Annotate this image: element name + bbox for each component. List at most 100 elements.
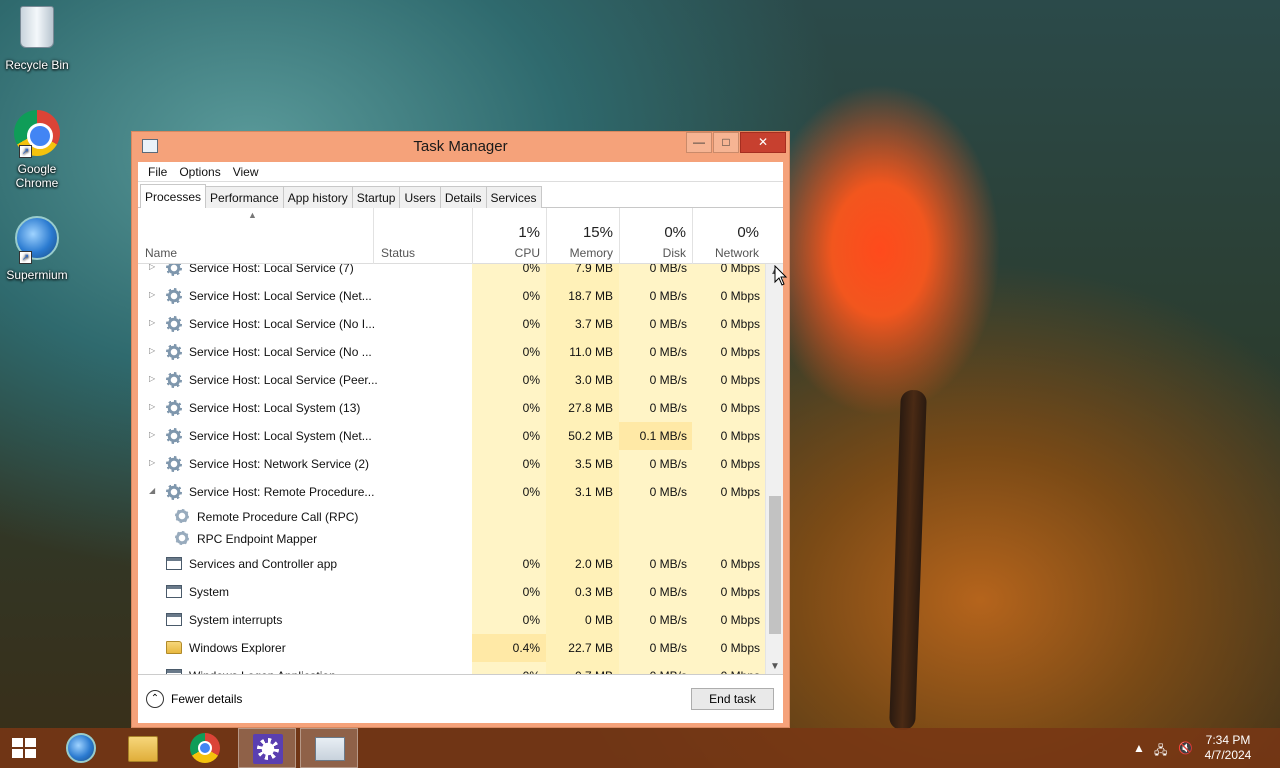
expand-arrow-icon[interactable]: ▷ bbox=[149, 458, 155, 467]
network-value: 0 Mbps bbox=[720, 485, 760, 499]
process-row[interactable]: System interrupts 0% 0 MB 0 MB/s 0 Mbps bbox=[138, 606, 765, 634]
fewer-details-button[interactable]: ⌃ Fewer details bbox=[146, 690, 242, 708]
collapse-arrow-icon[interactable]: ◢ bbox=[149, 486, 155, 495]
cpu-value: 0% bbox=[522, 613, 540, 627]
service-gear-icon bbox=[166, 456, 182, 472]
desktop-icon-supermium[interactable]: ↗ Supermium bbox=[0, 216, 74, 282]
process-row[interactable]: System 0% 0.3 MB 0 MB/s 0 Mbps bbox=[138, 578, 765, 606]
service-gear-icon bbox=[166, 316, 182, 332]
process-row[interactable]: ▷ Service Host: Local System (Net... 0% 50.… bbox=[138, 422, 765, 450]
recycle-bin-icon bbox=[13, 6, 61, 54]
process-row[interactable]: ◢ Service Host: Remote Procedure... 0% 3.1 … bbox=[138, 478, 765, 506]
expand-arrow-icon[interactable]: ▷ bbox=[149, 374, 155, 383]
disk-value: 0 MB/s bbox=[649, 401, 687, 415]
process-name: System bbox=[189, 585, 230, 599]
minimize-button[interactable]: — bbox=[686, 132, 712, 153]
chevron-up-icon: ⌃ bbox=[146, 690, 164, 708]
network-value: 0 Mbps bbox=[720, 641, 760, 655]
process-row[interactable]: ▷ Service Host: Local Service (Net... 0% 18… bbox=[138, 282, 765, 310]
service-gear-icon bbox=[166, 484, 182, 500]
memory-value: 3.1 MB bbox=[574, 485, 613, 499]
memory-value: 2.0 MB bbox=[574, 557, 613, 571]
title-bar[interactable]: Task Manager — □ ✕ bbox=[132, 132, 789, 162]
expand-arrow-icon[interactable]: ▷ bbox=[149, 290, 155, 299]
tab-details[interactable]: Details bbox=[439, 186, 487, 208]
tab-services[interactable]: Services bbox=[485, 186, 542, 208]
tab-users[interactable]: Users bbox=[399, 186, 441, 208]
taskbar-supermium[interactable] bbox=[52, 728, 110, 768]
process-row[interactable]: ▷ Service Host: Local Service (7) 0% 7.9 MB… bbox=[138, 264, 765, 282]
sub-service-row[interactable]: Remote Procedure Call (RPC) bbox=[138, 506, 765, 528]
show-hidden-icons-icon[interactable]: ▲ bbox=[1133, 741, 1145, 755]
process-name: Service Host: Local Service (7) bbox=[189, 264, 354, 275]
process-name: Services and Controller app bbox=[189, 557, 338, 571]
footer: ⌃ Fewer details End task bbox=[138, 674, 783, 723]
column-header: ▲ Name Status 1% CPU 15% Memory 0% Disk … bbox=[138, 208, 783, 264]
expand-arrow-icon[interactable]: ▷ bbox=[149, 430, 155, 439]
disk-value: 0 MB/s bbox=[649, 373, 687, 387]
process-name: Remote Procedure Call (RPC) bbox=[197, 510, 359, 524]
vertical-scrollbar[interactable]: ▲ ▼ bbox=[765, 264, 783, 674]
expand-arrow-icon[interactable]: ▷ bbox=[149, 264, 155, 271]
disk-value: 0 MB/s bbox=[649, 585, 687, 599]
close-button[interactable]: ✕ bbox=[740, 132, 786, 153]
service-gear-icon bbox=[166, 372, 182, 388]
end-task-button[interactable]: End task bbox=[691, 688, 774, 710]
memory-value: 0.3 MB bbox=[574, 585, 613, 599]
supermium-icon: ↗ bbox=[13, 216, 61, 264]
column-status[interactable]: Status bbox=[374, 208, 473, 264]
process-row[interactable]: ▷ Service Host: Local Service (Peer... 0% 3… bbox=[138, 366, 765, 394]
menu-options[interactable]: Options bbox=[173, 162, 226, 181]
supermium-icon bbox=[66, 733, 96, 763]
taskbar-file-explorer[interactable] bbox=[114, 728, 172, 768]
tab-performance[interactable]: Performance bbox=[205, 186, 284, 208]
disk-value: 0 MB/s bbox=[649, 289, 687, 303]
tab-processes[interactable]: Processes bbox=[140, 184, 207, 208]
process-row[interactable]: ▷ Service Host: Local Service (No I... 0% 3… bbox=[138, 310, 765, 338]
start-button[interactable] bbox=[0, 728, 50, 768]
taskbar-task-manager[interactable] bbox=[300, 728, 358, 768]
memory-value: 22.7 MB bbox=[568, 641, 613, 655]
task-manager-icon bbox=[315, 737, 345, 761]
taskbar-chrome[interactable] bbox=[176, 728, 234, 768]
disk-value: 0 MB/s bbox=[649, 613, 687, 627]
scroll-down-icon[interactable]: ▼ bbox=[770, 661, 780, 672]
wallpaper-flower-stem bbox=[889, 389, 927, 731]
service-gear-icon bbox=[166, 264, 182, 276]
window-client: File Options View Processes Performance … bbox=[138, 162, 783, 723]
expand-arrow-icon[interactable]: ▷ bbox=[149, 402, 155, 411]
system-clock[interactable]: 7:34 PM 4/7/2024 bbox=[1198, 733, 1258, 763]
process-row[interactable]: Windows Explorer 0.4% 22.7 MB 0 MB/s 0 Mbps bbox=[138, 634, 765, 662]
process-row[interactable]: ▷ Service Host: Local System (13) 0% 27.8 M… bbox=[138, 394, 765, 422]
chrome-icon bbox=[190, 733, 220, 763]
process-row[interactable]: ▷ Service Host: Network Service (2) 0% 3.5 … bbox=[138, 450, 765, 478]
process-row[interactable]: ▷ Service Host: Local Service (No ... 0% 11… bbox=[138, 338, 765, 366]
desktop-icon-recycle-bin[interactable]: Recycle Bin bbox=[0, 6, 74, 72]
menu-file[interactable]: File bbox=[142, 162, 173, 181]
sub-service-row[interactable]: RPC Endpoint Mapper bbox=[138, 528, 765, 550]
chrome-icon: ↗ bbox=[13, 110, 61, 158]
taskbar: ▲ 🖧 🔇 7:34 PM 4/7/2024 bbox=[0, 728, 1280, 768]
cpu-value: 0% bbox=[522, 485, 540, 499]
taskbar-settings[interactable] bbox=[238, 728, 296, 768]
volume-muted-icon[interactable]: 🔇 bbox=[1178, 741, 1193, 755]
expand-arrow-icon[interactable]: ▷ bbox=[149, 318, 155, 327]
column-network[interactable]: 0% Network bbox=[693, 208, 765, 264]
process-name: Service Host: Local Service (No I... bbox=[189, 317, 376, 331]
scrollbar-thumb[interactable] bbox=[769, 496, 781, 634]
process-row[interactable]: Windows Logon Application0%0.7 MB0 MB/s0… bbox=[138, 662, 765, 674]
tab-app-history[interactable]: App history bbox=[282, 186, 353, 208]
column-name[interactable]: ▲ Name bbox=[138, 208, 374, 264]
column-disk[interactable]: 0% Disk bbox=[620, 208, 693, 264]
process-row[interactable]: Services and Controller app 0% 2.0 MB 0 MB/… bbox=[138, 550, 765, 578]
clock-date: 4/7/2024 bbox=[1204, 748, 1252, 762]
network-icon[interactable]: 🖧 bbox=[1154, 741, 1167, 762]
desktop-icon-chrome[interactable]: ↗ Google Chrome bbox=[0, 110, 74, 190]
column-memory[interactable]: 15% Memory bbox=[547, 208, 620, 264]
disk-value: 0 MB/s bbox=[649, 345, 687, 359]
maximize-button[interactable]: □ bbox=[713, 132, 739, 153]
tab-startup[interactable]: Startup bbox=[351, 186, 401, 208]
menu-view[interactable]: View bbox=[227, 162, 265, 181]
expand-arrow-icon[interactable]: ▷ bbox=[149, 346, 155, 355]
column-cpu[interactable]: 1% CPU bbox=[473, 208, 547, 264]
